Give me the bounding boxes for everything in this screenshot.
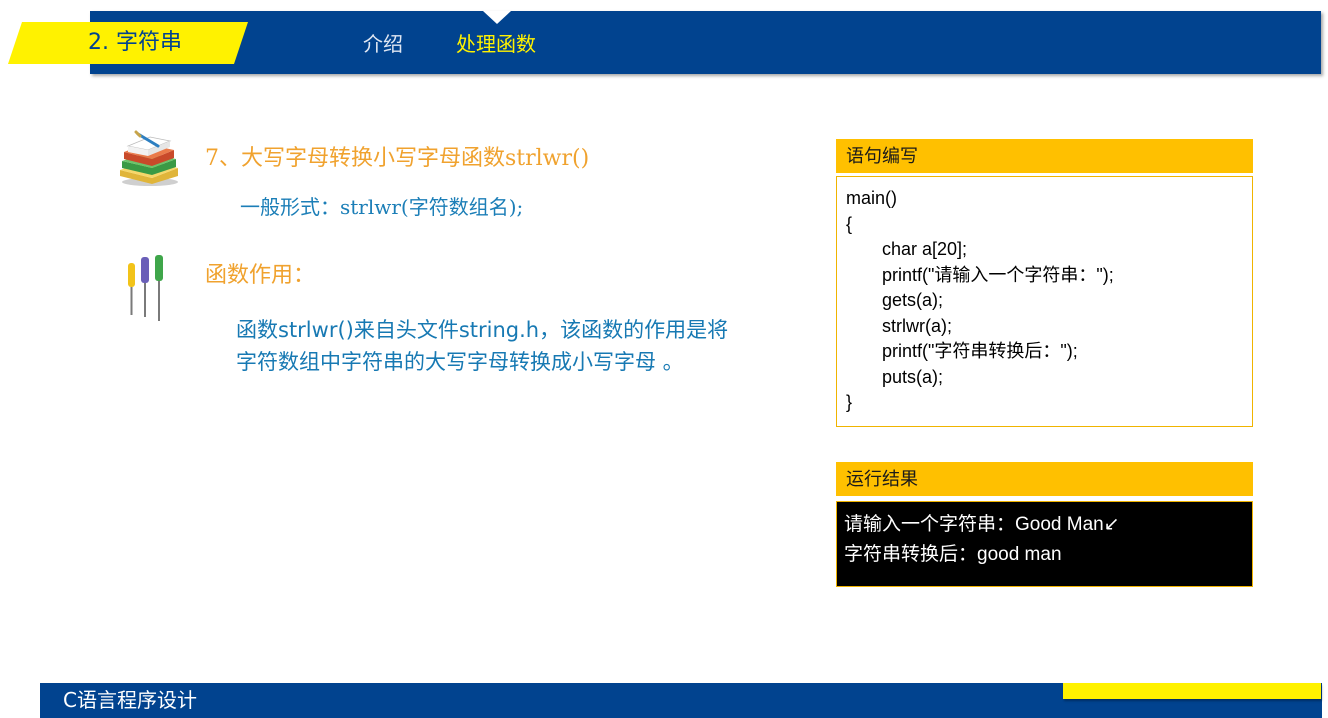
result-panel-title: 运行结果 — [836, 462, 1253, 496]
section-heading: 7、大写字母转换小写字母函数strlwr() — [205, 146, 590, 171]
result-line: 请输入一个字符串：Good Man↙ — [844, 514, 1120, 535]
books-icon — [120, 130, 178, 186]
header-notch — [483, 11, 511, 24]
footer-title: C语言程序设计 — [63, 688, 197, 712]
purpose-heading: 函数作用： — [205, 263, 316, 288]
screwdrivers-icon — [128, 255, 163, 321]
description-line: 函数strlwr()来自头文件string.h，该函数的作用是将 — [236, 318, 729, 342]
code-panel: main() { char a[20]; printf("请输入一个字符串：")… — [836, 176, 1253, 427]
code-line: puts(a); — [882, 366, 944, 387]
nav-item-functions[interactable]: 处理函数 — [456, 30, 536, 58]
code-line: } — [846, 392, 853, 412]
code-line: char a[20]; — [882, 239, 968, 259]
code-line: printf("请输入一个字符串："); — [882, 264, 1114, 285]
description-line: 字符数组中字符串的大写字母转换成小写字母 。 — [236, 350, 684, 374]
result-line: 字符串转换后：good man — [844, 544, 1062, 565]
description: 函数strlwr()来自头文件string.h，该函数的作用是将 字符数组中字符… — [236, 314, 806, 378]
result-panel: 请输入一个字符串：Good Man↙ 字符串转换后：good man — [836, 501, 1253, 587]
code-line: main() — [846, 188, 898, 208]
footer-accent — [1063, 683, 1321, 699]
nav-item-intro[interactable]: 介绍 — [363, 30, 403, 58]
header-bar — [90, 11, 1321, 74]
code-panel-title: 语句编写 — [836, 139, 1253, 173]
code-line: gets(a); — [882, 290, 944, 310]
general-form-text: 一般形式：strlwr(字符数组名); — [240, 195, 524, 219]
code-line: { — [846, 213, 853, 234]
page-title: 2. 字符串 — [88, 30, 182, 55]
code-line: strlwr(a); — [882, 315, 952, 336]
code-line: printf("字符串转换后："); — [882, 341, 1078, 361]
